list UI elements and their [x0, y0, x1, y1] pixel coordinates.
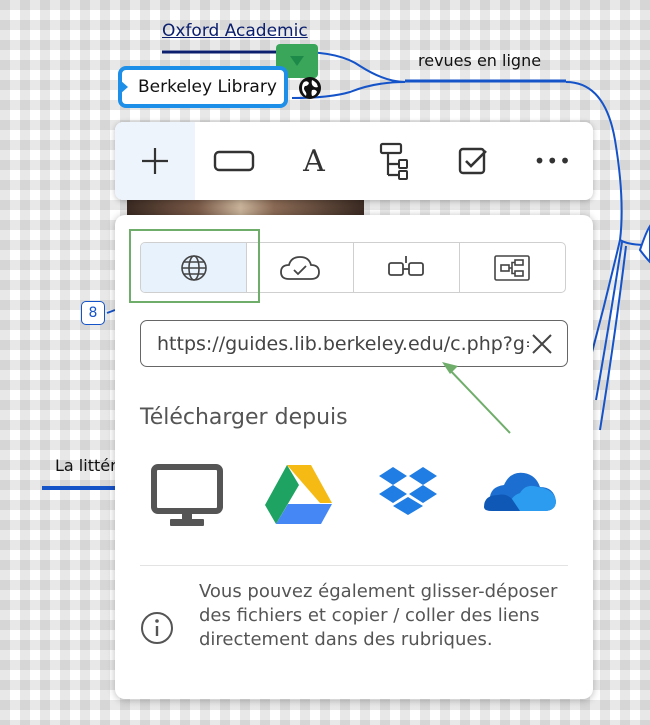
- tab-cloud[interactable]: [247, 243, 354, 292]
- rectangle-icon: [214, 150, 255, 172]
- url-input-value[interactable]: https://guides.lib.berkeley.edu/c.php?g=: [157, 333, 529, 355]
- monitor-icon: [151, 464, 223, 526]
- tab-link-topic[interactable]: [354, 243, 460, 292]
- shape-button[interactable]: [195, 122, 275, 200]
- more-button[interactable]: •••: [513, 122, 593, 200]
- triangle-down-icon: [290, 56, 304, 66]
- structure-button[interactable]: [354, 122, 434, 200]
- globe-link-icon[interactable]: [298, 76, 322, 100]
- plus-icon: [141, 148, 168, 174]
- dropbox-icon: [379, 467, 437, 515]
- text-style-button[interactable]: A: [274, 122, 354, 200]
- drag-drop-hint: Vous pouvez également glisser-déposer de…: [199, 581, 558, 650]
- task-button[interactable]: [433, 122, 513, 200]
- node-revues-en-ligne[interactable]: revues en ligne: [418, 51, 541, 70]
- node-berkeley-library[interactable]: Berkeley Library: [118, 66, 288, 108]
- upload-from-dropbox-button[interactable]: [376, 463, 452, 529]
- tree-structure-icon: [379, 142, 408, 180]
- cloud-check-icon: [279, 255, 320, 280]
- topic-toolbar: A •••: [115, 122, 593, 200]
- selection-notch: [120, 80, 128, 94]
- text-icon: A: [303, 143, 325, 179]
- checkbox-icon: [458, 147, 488, 175]
- node-oxford-academic[interactable]: Oxford Academic: [162, 21, 308, 41]
- node-la-litterature[interactable]: La littérature: [55, 456, 117, 475]
- panel-divider: [140, 565, 568, 566]
- url-input[interactable]: https://guides.lib.berkeley.edu/c.php?g=: [140, 320, 568, 367]
- mindmap-embed-icon: [494, 254, 531, 281]
- upload-from-google-drive-button[interactable]: [264, 463, 340, 529]
- add-topic-button[interactable]: [115, 122, 195, 200]
- linked-nodes-icon: [388, 255, 425, 276]
- upload-from-onedrive-button[interactable]: [480, 463, 556, 529]
- onedrive-icon: [484, 472, 556, 511]
- annotation-highlight-box: [129, 229, 260, 303]
- google-drive-icon: [265, 465, 332, 524]
- tab-embed-map[interactable]: [460, 243, 565, 292]
- node-berkeley-label: Berkeley Library: [138, 77, 277, 97]
- collapsed-count-badge[interactable]: 8: [81, 301, 105, 325]
- clear-icon[interactable]: [529, 331, 555, 357]
- upload-from-computer-button[interactable]: [150, 463, 226, 529]
- more-icon: •••: [533, 149, 572, 173]
- upload-section-title: Télécharger depuis: [140, 405, 348, 430]
- info-icon: [141, 612, 173, 644]
